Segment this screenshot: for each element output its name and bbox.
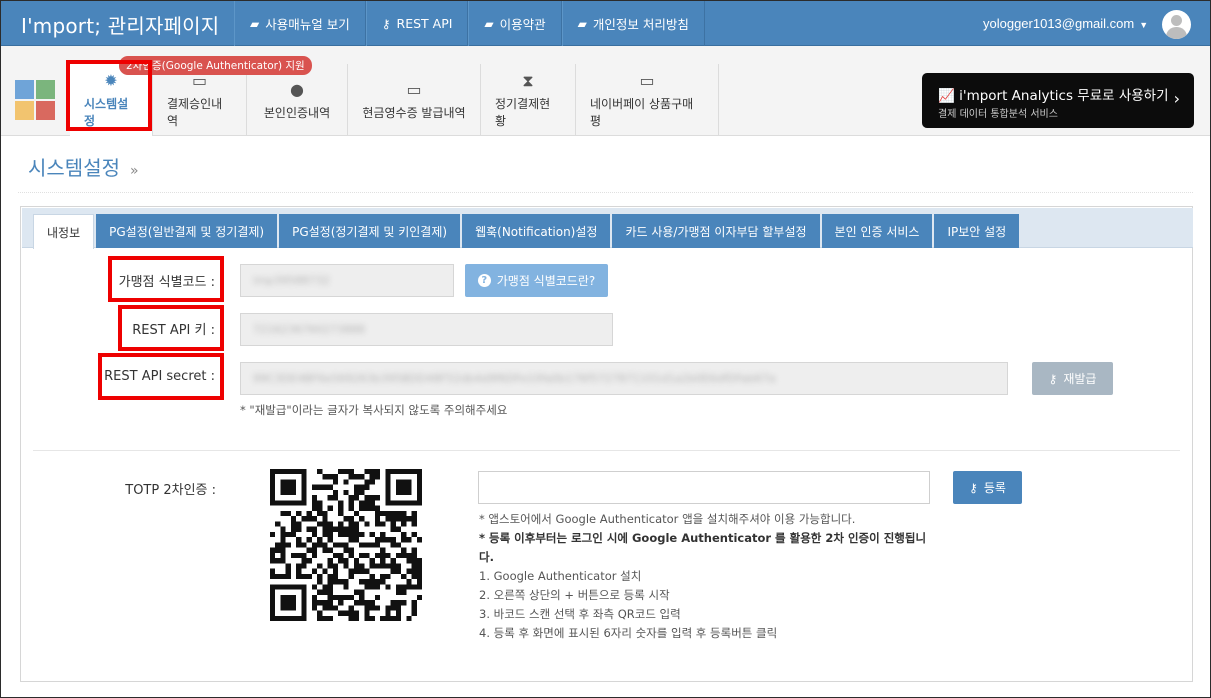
- api-secret-field[interactable]: 99C3DE4BF6e569263b395BDD48F52db4d9f6DFe1…: [240, 362, 1008, 395]
- card-icon: ▭: [406, 79, 422, 99]
- book-icon: ▰: [484, 16, 494, 31]
- merchant-code-value: imp39588732: [253, 274, 330, 287]
- brand-title[interactable]: I'mport; 관리자페이지: [21, 10, 219, 39]
- settings-tabs: 내정보 PG설정(일반결제 및 정기결제) PG설정(정기결제 및 키인결제) …: [33, 214, 1021, 249]
- merchant-code-help-button[interactable]: ? 가맹점 식별코드란?: [465, 264, 608, 297]
- hourglass-icon: ⧗: [522, 71, 534, 90]
- analytics-promo-button[interactable]: 📈 i'mport Analytics 무료로 사용하기 결제 데이터 통합분석…: [922, 73, 1194, 128]
- highlight-box-api-secret: [98, 353, 224, 400]
- menu-tab-naverpay-review[interactable]: ▭ 네이버페이 상품구매평: [576, 64, 719, 136]
- menu-tab-label: 정기결제현황: [495, 97, 551, 128]
- logo[interactable]: [15, 80, 55, 120]
- key-icon: ⚷: [1048, 371, 1058, 386]
- help-button-label: 가맹점 식별코드란?: [496, 274, 596, 288]
- logo-tile-yellow: [15, 101, 34, 120]
- analytics-title: 📈 i'mport Analytics 무료로 사용하기: [938, 84, 1169, 104]
- qr-code: [270, 469, 422, 621]
- avatar-body-shape: [1166, 27, 1187, 39]
- title-divider: [18, 192, 1193, 193]
- nav-link-label: 개인정보 처리방침: [592, 17, 689, 32]
- nav-link-label: REST API: [396, 16, 453, 31]
- analytics-title-text: i'mport Analytics 무료로 사용하기: [959, 88, 1169, 104]
- merchant-code-field[interactable]: imp39588732: [240, 264, 454, 297]
- logo-tile-blue: [15, 80, 34, 99]
- menu-tab-label: 본인인증내역: [263, 105, 331, 120]
- tab-pg-keyin[interactable]: PG설정(정기결제 및 키인결제): [279, 214, 461, 248]
- user-menu[interactable]: yologger1013@gmail.com ▼: [983, 16, 1148, 31]
- page-title: 시스템설정 »: [28, 152, 139, 181]
- logo-tile-red: [36, 101, 55, 120]
- tab-identity-service[interactable]: 본인 인증 서비스: [821, 214, 933, 248]
- top-navbar: I'mport; 관리자페이지 ▰ 사용매뉴얼 보기 ⚷ REST API ▰ …: [1, 1, 1210, 46]
- nav-link-terms[interactable]: ▰ 이용약관: [468, 1, 562, 46]
- section-divider: [33, 450, 1180, 451]
- book-icon: ▰: [577, 16, 587, 31]
- question-circle-icon: ?: [477, 274, 491, 287]
- nav-link-manual[interactable]: ▰ 사용매뉴얼 보기: [234, 1, 366, 46]
- tab-webhook[interactable]: 웹훅(Notification)설정: [462, 214, 611, 248]
- reissue-note: * "재발급"이라는 글자가 복사되지 않도록 주의해주세요: [240, 403, 508, 417]
- card-icon: ▭: [639, 71, 655, 90]
- tab-installment[interactable]: 카드 사용/가맹점 이자부담 할부설정: [612, 214, 820, 248]
- menu-tab-label: 현금영수증 발급내역: [362, 105, 466, 120]
- reissue-button[interactable]: ⚷ 재발급: [1032, 362, 1113, 395]
- highlight-box-merchant-code: [108, 256, 224, 302]
- instruction-line: 2. 오른쪽 상단의 + 버튼으로 등록 시작: [479, 588, 670, 602]
- instruction-line-bold: * 등록 이후부터는 로그인 시에 Google Authenticator 를…: [479, 531, 927, 564]
- totp-label: TOTP 2차인증 :: [125, 483, 216, 498]
- menu-tab-cash-receipt[interactable]: ▭ 현금영수증 발급내역: [348, 64, 481, 136]
- api-key-field[interactable]: 7216236760273888: [240, 313, 613, 346]
- instruction-line: 1. Google Authenticator 설치: [479, 569, 642, 583]
- nav-link-privacy[interactable]: ▰ 개인정보 처리방침: [561, 1, 705, 46]
- analytics-subtitle: 결제 데이터 통합분석 서비스: [938, 109, 1058, 120]
- tab-pg-general[interactable]: PG설정(일반결제 및 정기결제): [96, 214, 278, 248]
- settings-tabbar: 내정보 PG설정(일반결제 및 정기결제) PG설정(정기결제 및 키인결제) …: [22, 208, 1193, 249]
- register-button[interactable]: ⚷ 등록: [953, 471, 1022, 504]
- reissue-button-label: 재발급: [1063, 372, 1097, 386]
- totp-instructions: * 앱스토어에서 Google Authenticator 앱을 설치해주셔야 …: [479, 510, 929, 643]
- menu-tab-label: 네이버페이 상품구매평: [590, 97, 694, 128]
- instruction-line: * 앱스토어에서 Google Authenticator 앱을 설치해주셔야 …: [479, 512, 856, 526]
- tab-ip-security[interactable]: IP보안 설정: [934, 214, 1020, 248]
- key-icon: ⚷: [381, 16, 391, 31]
- caret-down-icon: ▼: [1139, 20, 1149, 30]
- highlight-box-api-key: [118, 305, 224, 351]
- tab-my-info[interactable]: 내정보: [33, 214, 95, 249]
- totp-code-input[interactable]: [478, 471, 930, 504]
- register-button-label: 등록: [983, 481, 1006, 495]
- menu-tab-subscription[interactable]: ⧗ 정기결제현황: [481, 64, 576, 136]
- instruction-line: 3. 바코드 스캔 선택 후 좌측 QR코드 입력: [479, 607, 681, 621]
- page-title-text: 시스템설정: [28, 156, 120, 180]
- api-key-value: 7216236760273888: [253, 323, 365, 336]
- chevron-right-icon: ›: [1173, 89, 1180, 108]
- user-email: yologger1013@gmail.com: [983, 16, 1135, 31]
- logo-tile-green: [36, 80, 55, 99]
- nav-link-label: 이용약관: [499, 17, 546, 32]
- breadcrumb-separator: »: [130, 163, 139, 179]
- person-icon: ●: [290, 79, 304, 99]
- nav-link-label: 사용매뉴얼 보기: [265, 17, 350, 32]
- highlight-box-system-settings: [66, 60, 152, 131]
- main-menu-bar: ✹ 시스템설정 ▭ 결제승인내역 ● 본인인증내역 ▭ 현금영수증 발급내역 ⧗…: [1, 46, 1210, 136]
- nav-link-rest-api[interactable]: ⚷ REST API: [365, 1, 469, 46]
- chart-line-icon: 📈: [938, 88, 960, 104]
- key-icon: ⚷: [969, 480, 978, 495]
- avatar-head-shape: [1171, 15, 1182, 26]
- menu-tab-label: 결제승인내역: [167, 97, 223, 128]
- api-secret-value: 99C3DE4BF6e569263b395BDD48F52db4d9f6DFe1…: [253, 372, 776, 385]
- avatar[interactable]: [1162, 10, 1191, 39]
- book-icon: ▰: [250, 16, 260, 31]
- nav-links: ▰ 사용매뉴얼 보기 ⚷ REST API ▰ 이용약관 ▰ 개인정보 처리방침: [234, 1, 705, 46]
- instruction-line: 4. 등록 후 화면에 표시된 6자리 숫자를 입력 후 등록버튼 클릭: [479, 626, 778, 640]
